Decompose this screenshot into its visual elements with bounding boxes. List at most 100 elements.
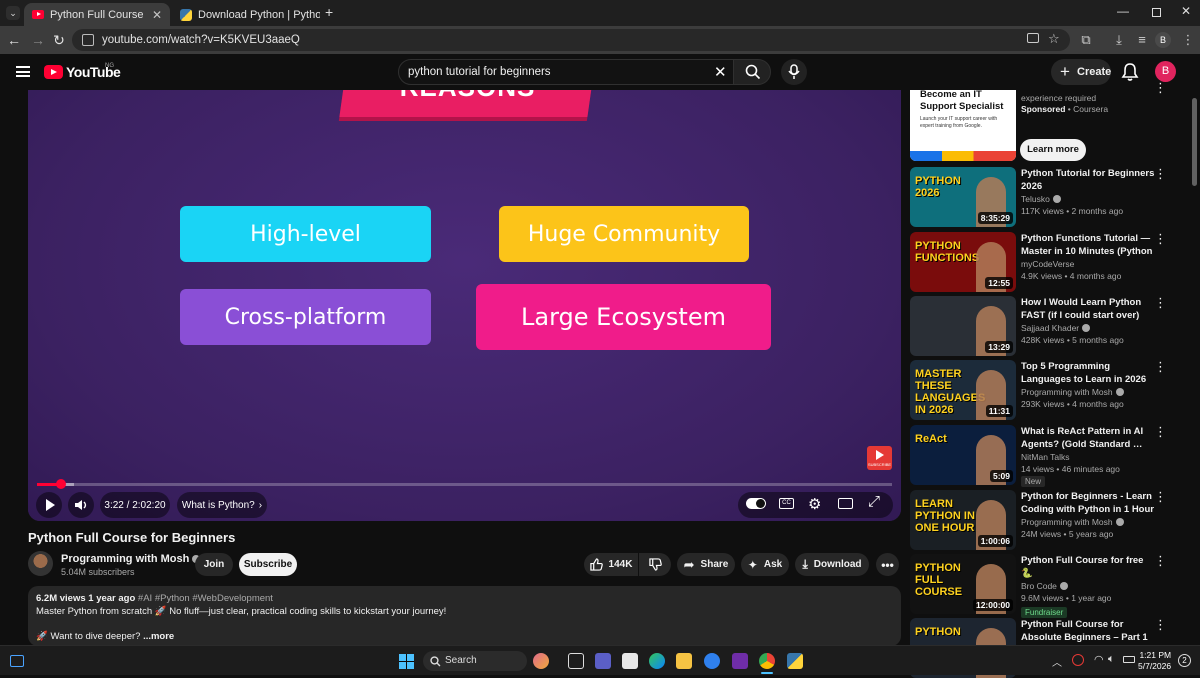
dislike-button[interactable] [639,553,671,576]
settings-gear-icon[interactable]: ⚙ [808,495,821,513]
tab-python-org[interactable]: Download Python | Python.org ✕ [172,3,320,26]
teams-app-icon[interactable] [595,653,611,669]
chrome-app-icon[interactable] [759,653,775,669]
tab-search-icon[interactable]: ⌄ [6,6,20,20]
related-video-channel[interactable]: Bro Code [1021,581,1068,591]
file-explorer-icon[interactable] [676,653,692,669]
video-menu-icon[interactable]: ⋮ [1154,554,1167,567]
video-menu-icon[interactable]: ⋮ [1154,232,1167,245]
video-menu-icon[interactable]: ⋮ [1154,425,1167,438]
browser-menu-icon[interactable]: ⋮ [1180,32,1196,48]
sync-status-icon[interactable] [1072,654,1084,666]
video-thumbnail[interactable]: PYTHON 2026 8:35:29 [910,167,1016,227]
download-button[interactable]: ⤓ Download [795,553,869,576]
captions-icon[interactable]: CC [779,498,794,509]
related-video-title[interactable]: Python Functions Tutorial — Master in 10… [1021,233,1155,258]
copilot-app-icon[interactable] [533,653,549,669]
video-menu-icon[interactable]: ⋮ [1154,490,1167,503]
autoplay-toggle[interactable] [746,498,766,509]
join-button[interactable]: Join [195,553,233,576]
progress-bar[interactable] [37,479,892,489]
browser-profile-avatar[interactable]: B [1155,32,1171,48]
new-tab-icon[interactable]: + [325,4,333,20]
speaker-icon[interactable]: 🔈︎ [1108,653,1115,666]
related-video-item[interactable]: PYTHON FUNCTIONS 12:55 Python Functions Tu… [910,232,1180,292]
subscribe-button[interactable]: Subscribe [239,553,297,576]
play-button[interactable] [36,492,62,518]
show-more-link[interactable]: ...more [143,631,174,642]
related-video-item[interactable]: ReAct 5:09 What is ReAct Pattern in AI Age… [910,425,1180,487]
chapter-button[interactable]: What is Python? › [177,492,267,518]
notifications-bell-icon[interactable] [1121,62,1139,82]
battery-icon[interactable] [1123,656,1135,663]
search-button[interactable] [733,59,771,85]
store-app-icon[interactable] [622,653,638,669]
clear-search-icon[interactable]: ✕ [714,63,727,81]
scrubber-handle[interactable] [55,479,66,489]
voice-search-button[interactable] [781,59,807,85]
related-video-channel[interactable]: NitMan Talks [1021,452,1070,462]
video-menu-icon[interactable]: ⋮ [1154,296,1167,309]
description-box[interactable]: 6.2M views 1 year ago #AI #Python #WebDe… [28,586,901,646]
cast-icon[interactable] [1027,33,1039,43]
widgets-icon[interactable] [10,655,24,667]
video-thumbnail[interactable]: MASTER THESE LANGUAGES IN 2026 11:31 [910,360,1016,420]
taskbar-search[interactable]: Search [423,651,527,671]
related-video-title[interactable]: Python Tutorial for Beginners 2026 [1021,168,1155,193]
video-menu-icon[interactable]: ⋮ [1154,167,1167,180]
bookmark-star-icon[interactable]: ☆ [1048,31,1060,47]
site-info-icon[interactable] [82,34,94,46]
ask-button[interactable]: ✦ Ask [741,553,789,576]
system-clock[interactable]: 1:21 PM 5/7/2026 [1138,650,1171,672]
related-video-item[interactable]: PYTHON FULL COURSE 12:00:00 Python Full Co… [910,554,1180,618]
related-video-item[interactable]: MASTER THESE LANGUAGES IN 2026 11:31 Top 5… [910,360,1180,420]
learn-more-button[interactable]: Learn more [1020,139,1086,161]
menu-icon[interactable] [16,66,30,77]
related-video-item[interactable]: 13:29 How I Would Learn Python FAST (if I… [910,296,1180,356]
video-thumbnail[interactable]: PYTHON FUNCTIONS 12:55 [910,232,1016,292]
related-video-title[interactable]: Python Full Course for free 🐍 [1021,555,1155,580]
video-thumbnail[interactable]: PYTHON FULL COURSE 12:00:00 [910,554,1016,614]
related-video-title[interactable]: How I Would Learn Python FAST (if I coul… [1021,297,1155,322]
video-player[interactable]: REASONS High-level Huge Community Cross-… [28,90,901,521]
search-input[interactable]: python tutorial for beginners [398,59,734,85]
tab-youtube[interactable]: Python Full Course for Beginners ✕ [24,3,170,26]
address-bar[interactable]: youtube.com/watch?v=K5KVEU3aaeQ ☆ [72,29,1070,51]
theater-mode-icon[interactable] [838,498,853,509]
youtube-logo-icon[interactable] [44,65,63,79]
minimize-icon[interactable]: — [1117,4,1129,18]
related-video-channel[interactable]: Sajjaad Khader [1021,323,1091,333]
create-button[interactable]: + Create [1051,59,1111,85]
start-windows-icon[interactable] [399,654,414,669]
chevron-up-icon[interactable]: ︿ [1052,654,1062,669]
notification-badge[interactable]: 2 [1178,654,1191,667]
edge-app-icon[interactable] [649,653,665,669]
python-app-icon[interactable] [787,653,803,669]
scrollbar-thumb[interactable] [1192,98,1197,186]
related-video-title[interactable]: Top 5 Programming Languages to Learn in … [1021,361,1155,386]
share-button[interactable]: ➦ Share [677,553,735,576]
fullscreen-icon[interactable]: ⤢ [868,493,880,510]
close-window-icon[interactable]: ✕ [1181,4,1191,18]
video-thumbnail[interactable]: LEARN PYTHON IN ONE HOUR 1:00:06 [910,490,1016,550]
subscribe-watermark[interactable]: SUBSCRIBE [867,446,892,470]
forward-icon[interactable]: → [30,32,46,48]
account-avatar[interactable]: B [1155,61,1176,82]
task-view-icon[interactable] [568,653,584,669]
related-video-item[interactable]: LEARN PYTHON IN ONE HOUR 1:00:06 Python fo… [910,490,1180,550]
security-app-icon[interactable] [704,653,720,669]
video-menu-icon[interactable]: ⋮ [1154,360,1167,373]
close-tab-icon[interactable]: ✕ [152,8,162,22]
video-thumbnail[interactable]: ReAct 5:09 [910,425,1016,485]
related-video-channel[interactable]: Telusko [1021,194,1061,204]
wifi-icon[interactable]: ◠ [1094,653,1104,666]
related-video-channel[interactable]: Programming with Mosh [1021,387,1124,397]
extensions-icon[interactable]: ⧉ [1078,32,1094,48]
maximize-icon[interactable] [1152,8,1161,17]
related-video-title[interactable]: Python for Beginners - Learn Coding with… [1021,491,1155,516]
related-video-title[interactable]: Python Full Course for Absolute Beginner… [1021,619,1155,644]
reload-icon[interactable]: ↻ [51,32,67,48]
related-video-channel[interactable]: Programming with Mosh [1021,517,1124,527]
ad-menu-icon[interactable]: ⋮ [1154,80,1167,96]
channel-avatar[interactable] [28,551,53,576]
